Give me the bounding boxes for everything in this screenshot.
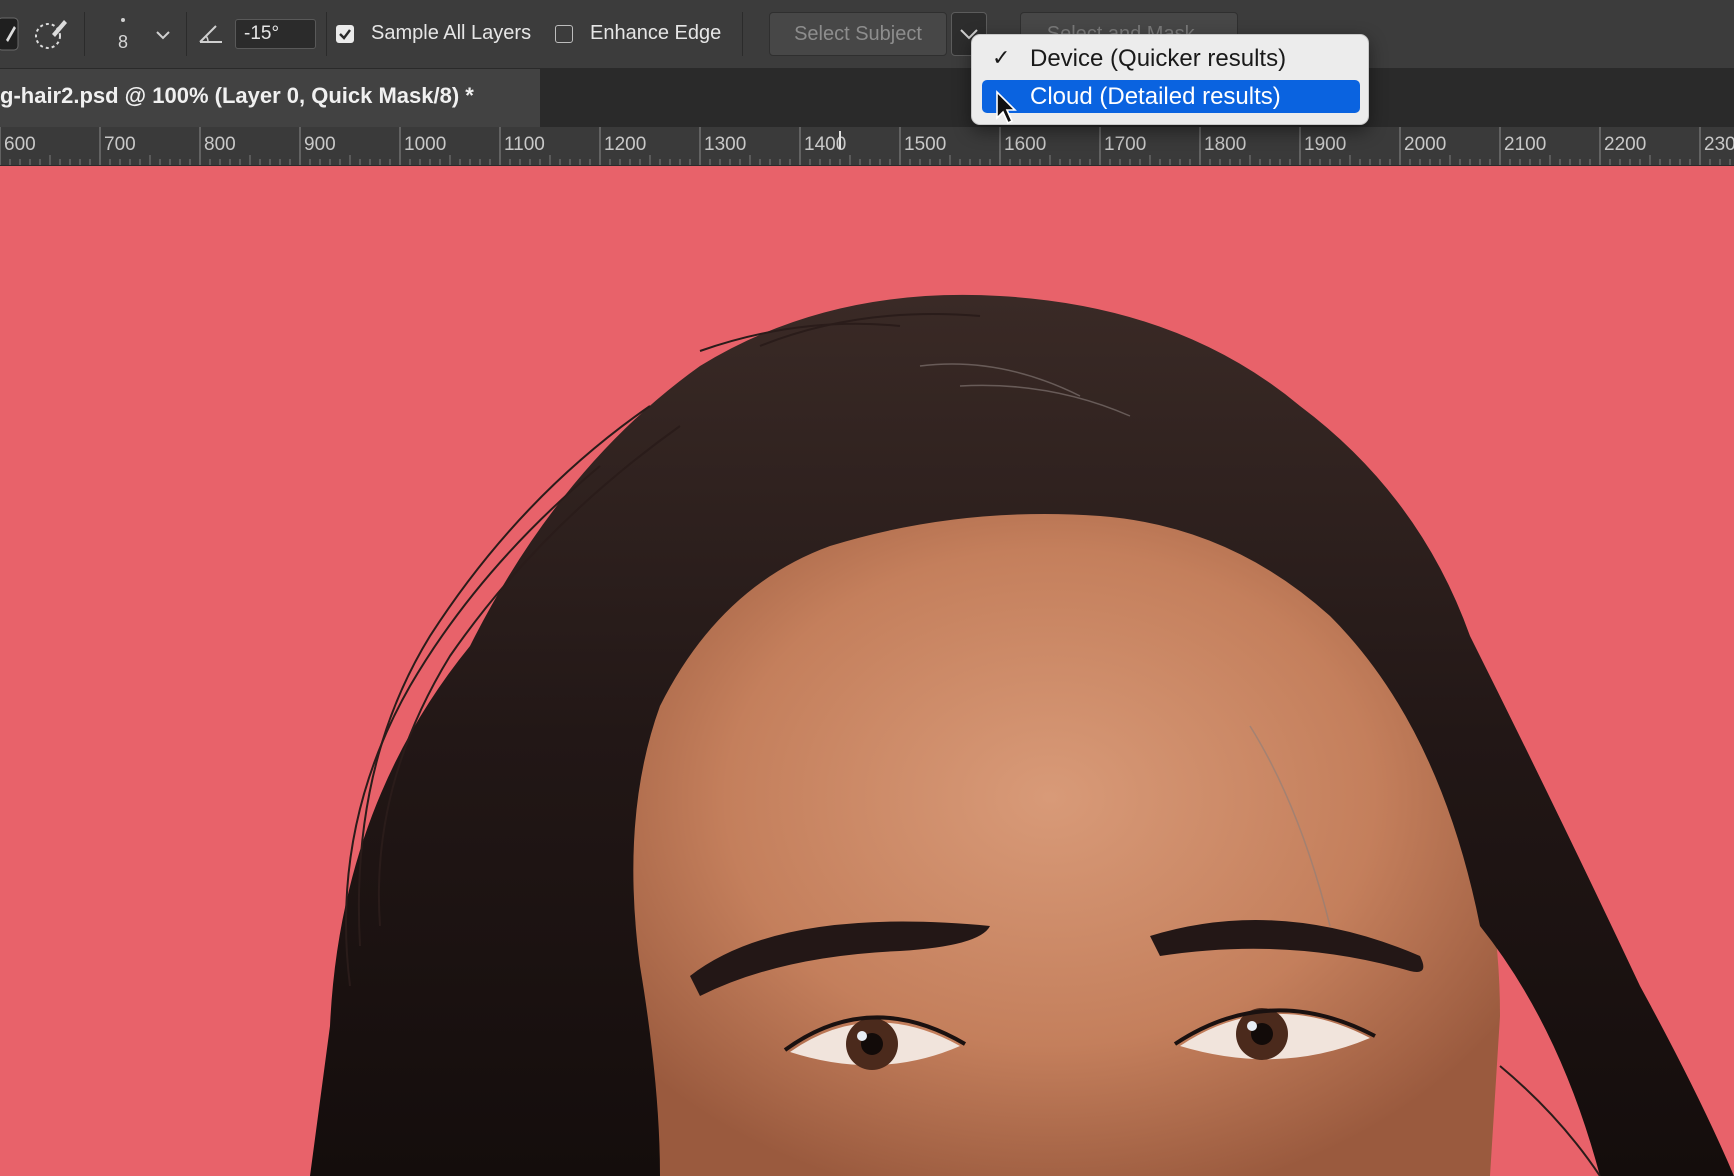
ruler-label: 800 <box>204 134 236 155</box>
brush-tip-icon <box>121 18 125 22</box>
brush-tool-icon[interactable] <box>0 14 34 54</box>
ruler-label: 600 <box>4 134 36 155</box>
angle-icon <box>199 25 222 43</box>
ruler-label: 2000 <box>1404 134 1446 155</box>
options-bar: 8 Sample All Layers Enhance Edge Select … <box>0 0 1734 69</box>
select-subject-mode-menu: ✓ Device (Quicker results) Cloud (Detail… <box>971 34 1369 125</box>
horizontal-ruler[interactable]: 600 700 800 900 1000 1100 1200 1300 1400 1500 1600… <box>0 127 1734 166</box>
portrait-photo <box>0 166 1734 1176</box>
menu-item-cloud-label: Cloud (Detailed results) <box>1030 83 1281 110</box>
document-tab[interactable]: g-hair2.psd @ 100% (Layer 0, Quick Mask/… <box>0 69 540 127</box>
checkmark-icon: ✓ <box>992 45 1011 70</box>
enhance-edge-checkbox[interactable] <box>555 25 573 43</box>
brush-size-picker[interactable]: 8 <box>110 10 136 60</box>
menu-item-device-label: Device (Quicker results) <box>1030 45 1287 72</box>
menu-item-cloud[interactable]: Cloud (Detailed results) <box>982 80 1360 113</box>
ruler-label: 2100 <box>1504 134 1546 155</box>
angle-input[interactable] <box>235 19 316 49</box>
brush-size-value: 8 <box>117 32 128 52</box>
select-subject-button[interactable]: Select Subject <box>769 12 947 56</box>
separator <box>84 12 85 56</box>
ruler-label: 2200 <box>1604 134 1646 155</box>
ruler-label: 1200 <box>604 134 646 155</box>
menu-item-device[interactable]: ✓ Device (Quicker results) <box>982 42 1360 75</box>
ruler-label: 1800 <box>1204 134 1246 155</box>
ruler-scale: 600 700 800 900 1000 1100 1200 1300 1400 1500 1600… <box>0 127 1734 165</box>
document-tab-title: g-hair2.psd @ 100% (Layer 0, Quick Mask/… <box>0 83 474 108</box>
separator <box>742 12 743 56</box>
canvas-area[interactable] <box>0 166 1734 1176</box>
ruler-label: 1900 <box>1304 134 1346 155</box>
ruler-label: 1300 <box>704 134 746 155</box>
sample-all-layers-checkbox[interactable] <box>336 25 354 43</box>
sample-all-layers-label[interactable]: Sample All Layers <box>371 22 531 45</box>
ruler-label: 1000 <box>404 134 446 155</box>
ruler-label: 230 <box>1704 134 1734 155</box>
ruler-label: 900 <box>304 134 336 155</box>
mouse-pointer-icon <box>996 90 1017 125</box>
ruler-label: 1100 <box>504 134 545 155</box>
ruler-label: 1700 <box>1104 134 1146 155</box>
document-tab-bar: g-hair2.psd @ 100% (Layer 0, Quick Mask/… <box>0 69 1734 127</box>
separator <box>326 12 327 56</box>
ruler-label: 1600 <box>1004 134 1046 155</box>
ruler-label: 700 <box>104 134 136 155</box>
separator <box>186 12 187 56</box>
checkmark-icon <box>339 29 351 40</box>
chevron-down-icon[interactable] <box>154 26 172 44</box>
enhance-edge-label[interactable]: Enhance Edge <box>590 22 721 45</box>
quick-selection-brush-icon[interactable] <box>30 14 70 54</box>
ruler-label: 1500 <box>904 134 946 155</box>
